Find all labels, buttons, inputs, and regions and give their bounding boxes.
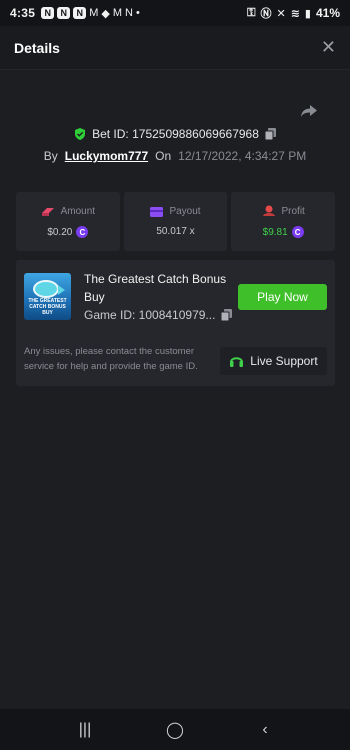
status-time: 4:35 [10, 6, 36, 20]
on-label: On [155, 149, 172, 163]
profit-icon [262, 205, 275, 216]
share-icon[interactable] [296, 100, 322, 122]
notification-n-icon: N [41, 7, 55, 19]
back-icon[interactable]: ‹ [250, 721, 280, 739]
game-thumbnail[interactable]: THE GREATEST CATCH BONUS BUY [24, 273, 71, 320]
battery-level: 41% [315, 6, 340, 20]
details-header: Details ✕ [0, 26, 350, 70]
profit-value: $9.81 [262, 226, 288, 238]
game-card: THE GREATEST CATCH BONUS BUY The Greates… [16, 260, 335, 386]
wifi-icon: ≋ [290, 7, 300, 20]
payout-card-icon [150, 206, 164, 217]
key-icon: ⚿ [247, 6, 256, 19]
notification-n-icon: N [73, 7, 87, 19]
coin-icon: C [291, 226, 304, 238]
coin-icon: C [76, 226, 89, 238]
bet-date: 12/17/2022, 4:34:27 PM [178, 149, 307, 163]
verified-shield-icon [75, 128, 86, 140]
stat-label: Payout [169, 206, 201, 217]
thumbnail-caption: THE GREATEST CATCH BONUS BUY [28, 298, 67, 316]
amount-value: $0.20 [47, 226, 73, 238]
close-icon[interactable]: ✕ [321, 37, 336, 58]
copy-bet-id-icon[interactable] [264, 128, 276, 140]
recent-apps-icon[interactable]: ||| [70, 721, 100, 739]
support-info-text: Any issues, please contact the customer … [24, 346, 198, 372]
copy-game-id-icon[interactable] [221, 309, 233, 321]
stat-amount: Amount $0.20 C [16, 192, 120, 251]
play-now-button[interactable]: Play Now [238, 284, 327, 310]
by-label: By [43, 149, 58, 163]
bet-id: Bet ID: 17525098860696679​68 [92, 127, 259, 141]
amount-icon [41, 208, 54, 216]
payout-value: 50.017 x [156, 226, 195, 237]
game-name: The Greatest Catch Bonus Buy [84, 272, 227, 304]
stat-payout: Payout 50.017 x [123, 192, 228, 251]
bet-id-row: Bet ID: 17525098860696679​68 [0, 124, 350, 144]
notification-n-icon: N [57, 7, 71, 19]
system-icons: ⚿ Ⓝ ✕ ≋ ▮ 41% [247, 5, 340, 21]
gmail-icon: M [112, 7, 123, 19]
username-link[interactable]: Luckymom777 [65, 149, 148, 163]
live-support-button[interactable]: Live Support [220, 347, 327, 375]
stat-label: Profit [281, 205, 305, 217]
gmail-icon: M [89, 7, 99, 19]
netflix-icon: N [125, 7, 133, 19]
page-title: Details [14, 39, 60, 56]
stat-label: Amount [60, 205, 96, 217]
live-support-label: Live Support [250, 354, 318, 368]
headset-icon [230, 357, 244, 367]
game-id: Game ID: 1008410979... [84, 308, 216, 322]
notification-icons: N N N M ◆ M N • [41, 7, 140, 20]
game-id-row: Game ID: 1008410979... [84, 308, 244, 322]
more-notifications-icon: • [135, 7, 140, 19]
nfc-icon: Ⓝ [260, 8, 272, 20]
mute-icon: ✕ [276, 7, 286, 20]
signal-icon: ▮ [304, 7, 311, 20]
bet-stats: Amount $0.20 C Payout 50.017 x Profit $9… [16, 192, 336, 251]
home-icon[interactable]: ◯ [160, 720, 190, 740]
stat-profit: Profit $9.81 C [231, 192, 336, 251]
fish-image [33, 280, 65, 298]
bet-byline: By Luckymom777 On 12/17/2022, 4:34:27 PM [0, 146, 350, 166]
status-bar: 4:35 N N N M ◆ M N • ⚿ Ⓝ ✕ ≋ ▮ 41% [0, 0, 350, 26]
system-nav-bar: ||| ◯ ‹ [0, 709, 350, 750]
app-notification-icon: ◆ [101, 7, 110, 20]
